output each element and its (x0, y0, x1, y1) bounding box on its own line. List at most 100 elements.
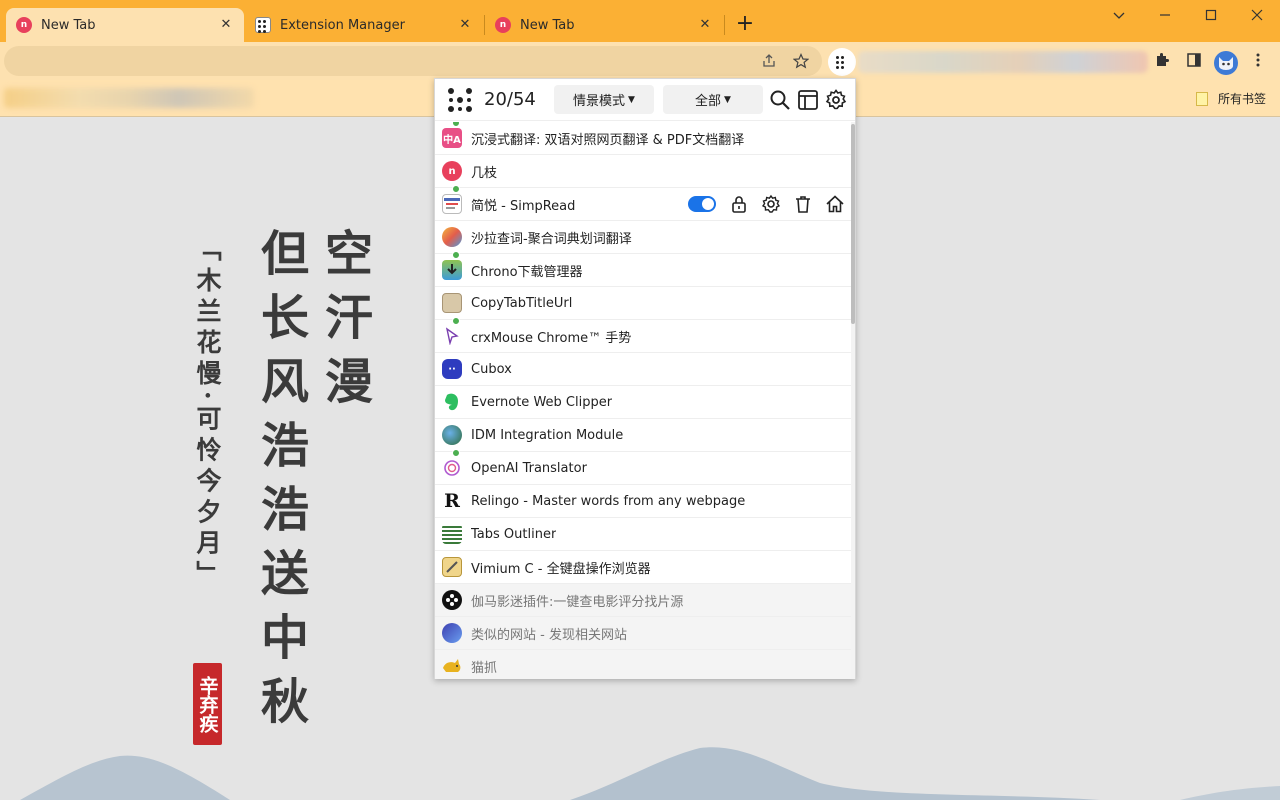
tab-new-tab-active[interactable]: n New Tab ✕ (6, 8, 244, 42)
extension-manager-icon (834, 54, 850, 70)
list-item[interactable]: 中A 沉浸式翻译: 双语对照网页翻译 & PDF文档翻译 (435, 122, 851, 155)
share-icon[interactable] (760, 53, 778, 71)
more-menu-icon[interactable] (1248, 52, 1268, 72)
list-item[interactable]: Tabs Outliner (435, 518, 851, 551)
extension-manager-logo-icon (448, 88, 472, 112)
immersive-translate-icon: 中A (442, 128, 462, 148)
tab-title: New Tab (520, 17, 575, 33)
enable-toggle[interactable] (688, 196, 716, 212)
extension-manager-toolbar-button[interactable] (828, 48, 856, 76)
filter-select[interactable]: 全部 ▼ (663, 85, 763, 114)
list-item[interactable]: OpenAI Translator (435, 449, 851, 485)
tab-strip: n New Tab ✕ Extension Manager ✕ n New Ta… (0, 0, 1280, 42)
popup-header: 20/54 情景模式 ▼ 全部 ▼ (435, 79, 855, 121)
list-item[interactable]: Vimium C - 全键盘操作浏览器 (435, 551, 851, 584)
gear-icon[interactable] (761, 194, 781, 214)
list-item[interactable]: n 几枝 (435, 155, 851, 188)
caret-down-icon: ▼ (724, 94, 731, 105)
extension-name: 猫抓 (471, 660, 498, 676)
list-item-disabled[interactable]: 猫抓 (435, 650, 851, 679)
scene-mode-label: 情景模式 (573, 94, 626, 109)
extension-name: OpenAI Translator (471, 460, 587, 476)
maximize-button[interactable] (1188, 0, 1234, 30)
search-icon[interactable] (769, 89, 791, 111)
trash-icon[interactable] (793, 194, 813, 214)
scrollbar-thumb[interactable] (851, 124, 855, 324)
extension-name: Cubox (471, 361, 512, 377)
list-item[interactable]: CopyTabTitleUrl (435, 287, 851, 320)
list-item-disabled[interactable]: 类似的网站 - 发现相关网站 (435, 617, 851, 650)
mouse-gesture-icon (442, 326, 462, 346)
clipboard-icon (442, 293, 462, 313)
tab-search-button[interactable] (1096, 0, 1142, 30)
list-item[interactable]: 沙拉查词-聚合词典划词翻译 (435, 221, 851, 254)
list-item[interactable]: R Relingo - Master words from any webpag… (435, 485, 851, 518)
nt-logo-icon: n (16, 17, 32, 33)
pinned-badge (452, 251, 460, 259)
similar-sites-icon (442, 623, 462, 643)
filter-label: 全部 (695, 94, 722, 109)
pinned-badge (452, 317, 460, 325)
minimize-button[interactable] (1142, 0, 1188, 30)
jizhi-icon: n (442, 161, 462, 181)
list-item[interactable]: IDM Integration Module (435, 419, 851, 452)
tabs-outliner-icon (442, 524, 462, 544)
close-tab-icon[interactable]: ✕ (457, 17, 473, 33)
scene-mode-select[interactable]: 情景模式 ▼ (554, 85, 654, 114)
close-window-button[interactable] (1234, 0, 1280, 30)
extension-name: crxMouse Chrome™ 手势 (471, 330, 632, 346)
relingo-icon: R (444, 490, 460, 512)
extension-name: 几枝 (471, 165, 498, 181)
minimize-icon (1160, 14, 1170, 16)
all-bookmarks-button[interactable]: 所有书签 (1196, 90, 1266, 107)
tab-title: New Tab (41, 17, 96, 33)
layout-icon[interactable] (797, 89, 819, 111)
list-item[interactable]: Chrono下载管理器 (435, 251, 851, 287)
poem-line-2: 但长风浩浩送中秋 (252, 228, 308, 740)
list-item[interactable]: ·· Cubox (435, 353, 851, 386)
extension-name: Relingo - Master words from any webpage (471, 493, 746, 509)
evernote-icon (442, 392, 462, 412)
extension-name: Vimium C - 全键盘操作浏览器 (471, 561, 651, 577)
extensions-puzzle-icon[interactable] (1152, 52, 1172, 72)
extension-name: 简悦 - SimpRead (471, 198, 576, 214)
home-icon[interactable] (825, 194, 845, 214)
mountain-silhouette (20, 747, 1280, 800)
blurred-extension-icons (858, 51, 1148, 73)
lock-icon[interactable] (729, 194, 749, 214)
list-item-hovered[interactable]: 简悦 - SimpRead (435, 185, 851, 221)
chevron-down-icon (1113, 12, 1125, 19)
profile-avatar[interactable] (1214, 51, 1238, 75)
blurred-bookmarks (4, 88, 254, 108)
list-item-disabled[interactable]: 伽马影迷插件:一键查电影评分找片源 (435, 584, 851, 617)
cubox-icon: ·· (442, 359, 462, 379)
poet-seal: 辛弃疾 (193, 663, 222, 745)
side-panel-icon[interactable] (1184, 52, 1204, 72)
simpread-icon (442, 194, 462, 214)
maximize-icon (1205, 9, 1217, 21)
extension-manager-popup: 20/54 情景模式 ▼ 全部 ▼ 中A 沉浸式翻译: 双语对照网页翻译 & PDF… (434, 78, 856, 679)
list-item[interactable]: Evernote Web Clipper (435, 386, 851, 419)
pinned-badge (452, 122, 460, 127)
enabled-count: 20/54 (484, 89, 536, 110)
close-tab-icon[interactable]: ✕ (697, 17, 713, 33)
settings-gear-icon[interactable] (825, 89, 847, 111)
film-reel-icon (442, 590, 462, 610)
bookmark-star-icon[interactable] (792, 53, 810, 71)
extension-name: Evernote Web Clipper (471, 394, 613, 410)
close-tab-icon[interactable]: ✕ (218, 17, 234, 33)
tab-extension-manager[interactable]: Extension Manager ✕ (245, 8, 483, 42)
tab-title: Extension Manager (280, 17, 405, 33)
new-tab-button[interactable]: + (733, 13, 757, 37)
address-bar[interactable] (4, 46, 822, 76)
extension-manager-icon (255, 17, 271, 33)
row-actions (688, 194, 851, 214)
cat-catch-icon (442, 656, 462, 676)
extension-name: 类似的网站 - 发现相关网站 (471, 627, 627, 643)
nt-logo-icon: n (495, 17, 511, 33)
all-bookmarks-label: 所有书签 (1218, 92, 1267, 106)
tab-new-tab[interactable]: n New Tab ✕ (485, 8, 723, 42)
list-item[interactable]: crxMouse Chrome™ 手势 (435, 317, 851, 353)
idm-icon (442, 425, 462, 445)
vimium-icon (442, 557, 462, 577)
